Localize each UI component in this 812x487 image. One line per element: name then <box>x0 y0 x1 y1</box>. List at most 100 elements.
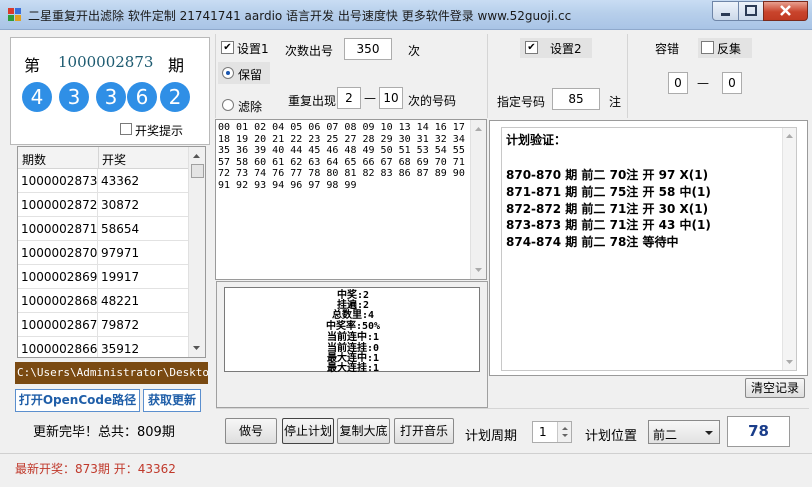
latest-draw-status: 最新开奖：873期 开：43362 <box>15 462 176 476</box>
maximize-icon <box>745 5 757 16</box>
cell-draw: 58654 <box>101 222 140 236</box>
table-row[interactable]: 1000002871 58654 <box>18 217 188 241</box>
stat-current-miss-streak: 当前连挂:0 <box>326 343 380 354</box>
scroll-thumb[interactable] <box>191 164 204 178</box>
spinner-arrows-icon[interactable] <box>557 422 571 442</box>
plan-position-select[interactable]: 前二 <box>648 420 720 444</box>
setting1-checkbox[interactable]: ✔ <box>221 41 234 54</box>
close-button[interactable] <box>763 1 808 21</box>
tolerance-from-input[interactable]: 0 <box>668 72 688 94</box>
history-header: 期数 开奖 <box>18 147 188 169</box>
filter-radio[interactable] <box>222 99 234 111</box>
setting2-label: 设置2 <box>550 42 582 56</box>
divider <box>216 408 809 409</box>
table-row[interactable]: 1000002869 19917 <box>18 265 188 289</box>
numbers-textarea[interactable]: 00 01 02 04 05 06 07 08 09 10 13 14 16 1… <box>215 119 487 280</box>
stat-rate: 中奖率:50% <box>325 321 381 332</box>
reverse-label: 反集 <box>717 42 742 56</box>
minimize-icon <box>721 13 730 16</box>
minimize-button[interactable] <box>712 1 739 21</box>
verify-line: 870-870 期 前二 70注 开 97 X(1) <box>506 168 709 182</box>
fixed-number-label: 指定号码 <box>497 95 546 109</box>
history-scrollbar[interactable] <box>188 147 205 357</box>
count-input[interactable]: 350 <box>344 38 392 60</box>
header-divider <box>98 147 99 169</box>
plan-cycle-input[interactable]: 1 <box>532 421 572 443</box>
copy-base-button[interactable]: 复制大底 <box>337 418 390 444</box>
cell-period: 1000002866 <box>21 342 98 356</box>
setting1-label: 设置1 <box>237 42 269 56</box>
keep-label: 保留 <box>238 68 263 82</box>
plan-cycle-label: 计划周期 <box>465 429 518 444</box>
open-music-button[interactable]: 打开音乐 <box>394 418 454 444</box>
tolerance-to-input[interactable]: 0 <box>722 72 742 94</box>
make-button[interactable]: 做号 <box>225 418 277 444</box>
repeat-from-input[interactable]: 2 <box>337 87 361 109</box>
scroll-down-icon[interactable] <box>783 356 796 368</box>
cell-draw: 43362 <box>101 174 140 188</box>
scroll-down-icon[interactable] <box>189 341 204 355</box>
window-title: 二星重复开出滤除 软件定制 21741741 aardio 语言开发 出号速度快… <box>28 9 572 23</box>
verify-scrollbar[interactable] <box>782 128 796 370</box>
header-period[interactable]: 期数 <box>22 151 46 168</box>
ball-3: 3 <box>96 82 126 112</box>
numbers-scrollbar[interactable] <box>470 120 486 279</box>
path-display: C:\Users\Administrator\Desktop\k <box>15 362 208 384</box>
repeat-dash: — <box>364 91 376 105</box>
table-row[interactable]: 1000002867 79872 <box>18 313 188 337</box>
stat-max-hit-streak: 最大连中:1 <box>326 353 380 364</box>
stat-current-hit-streak: 当前连中:1 <box>326 332 380 343</box>
scroll-up-icon[interactable] <box>189 149 204 163</box>
repeat-to-input[interactable]: 10 <box>379 87 403 109</box>
table-row[interactable]: 1000002866 35912 <box>18 337 188 357</box>
plan-position-value: 前二 <box>653 428 678 442</box>
scroll-down-icon[interactable] <box>471 263 486 277</box>
setting2-checkbox[interactable]: ✔ <box>525 41 538 54</box>
maximize-button[interactable] <box>738 1 764 21</box>
verify-title: 计划验证： <box>506 133 567 147</box>
ball-4: 6 <box>127 82 157 112</box>
cell-draw: 97971 <box>101 246 140 260</box>
tolerance-dash: — <box>697 76 709 90</box>
period-prefix: 第 <box>24 56 41 75</box>
stop-plan-button[interactable]: 停止计划 <box>282 418 334 444</box>
table-row[interactable]: 1000002873 43362 <box>18 169 188 193</box>
verify-line: 871-871 期 前二 75注 开 58 中(1) <box>506 185 711 199</box>
count-label: 次数出号 <box>285 44 334 58</box>
update-status: 更新完毕！总共：809期 <box>33 425 175 440</box>
stat-total: 总数里:4 <box>331 310 375 321</box>
tolerance-label: 容错 <box>655 42 680 56</box>
table-row[interactable]: 1000002868 48221 <box>18 289 188 313</box>
table-row[interactable]: 1000002872 30872 <box>18 193 188 217</box>
verify-line: 873-873 期 前二 71注 开 43 中(1) <box>506 218 711 232</box>
cell-period: 1000002868 <box>21 294 98 308</box>
divider <box>0 453 812 454</box>
notify-checkbox[interactable] <box>120 123 132 135</box>
cell-draw: 79872 <box>101 318 140 332</box>
fixed-number-unit: 注 <box>609 95 622 109</box>
cell-draw: 48221 <box>101 294 140 308</box>
plan-cycle-value: 1 <box>539 425 547 439</box>
open-opencode-path-button[interactable]: 打开OpenCode路径 <box>15 389 140 412</box>
fixed-number-input[interactable]: 85 <box>552 88 600 110</box>
reverse-checkbox[interactable] <box>701 41 714 54</box>
ball-2: 3 <box>59 82 89 112</box>
scroll-up-icon[interactable] <box>471 122 486 136</box>
stats-panel: 中奖:2 挂遍:2 总数里:4 中奖率:50% 当前连中:1 当前连挂:0 最大… <box>224 287 480 374</box>
history-table[interactable]: 期数 开奖 1000002873 43362 1000002872 30872 10… <box>17 146 206 358</box>
header-draw[interactable]: 开奖 <box>102 151 126 168</box>
clear-log-button[interactable]: 清空记录 <box>745 378 805 398</box>
verify-line: 872-872 期 前二 71注 开 30 X(1) <box>506 202 709 216</box>
numbers-text: 00 01 02 04 05 06 07 08 09 10 13 14 16 1… <box>218 122 465 191</box>
plan-position-label: 计划位置 <box>585 429 638 444</box>
table-row[interactable]: 1000002870 97971 <box>18 241 188 265</box>
notify-label: 开奖提示 <box>135 124 184 138</box>
filter-label: 滤除 <box>238 100 263 114</box>
divider <box>215 34 216 118</box>
fetch-update-button[interactable]: 获取更新 <box>143 389 201 412</box>
cell-period: 1000002867 <box>21 318 98 332</box>
keep-radio[interactable] <box>222 67 234 79</box>
stat-max-miss-streak: 最大连挂:1 <box>326 363 380 374</box>
scroll-up-icon[interactable] <box>783 130 796 142</box>
current-period-number: 1000002873 <box>58 53 154 71</box>
